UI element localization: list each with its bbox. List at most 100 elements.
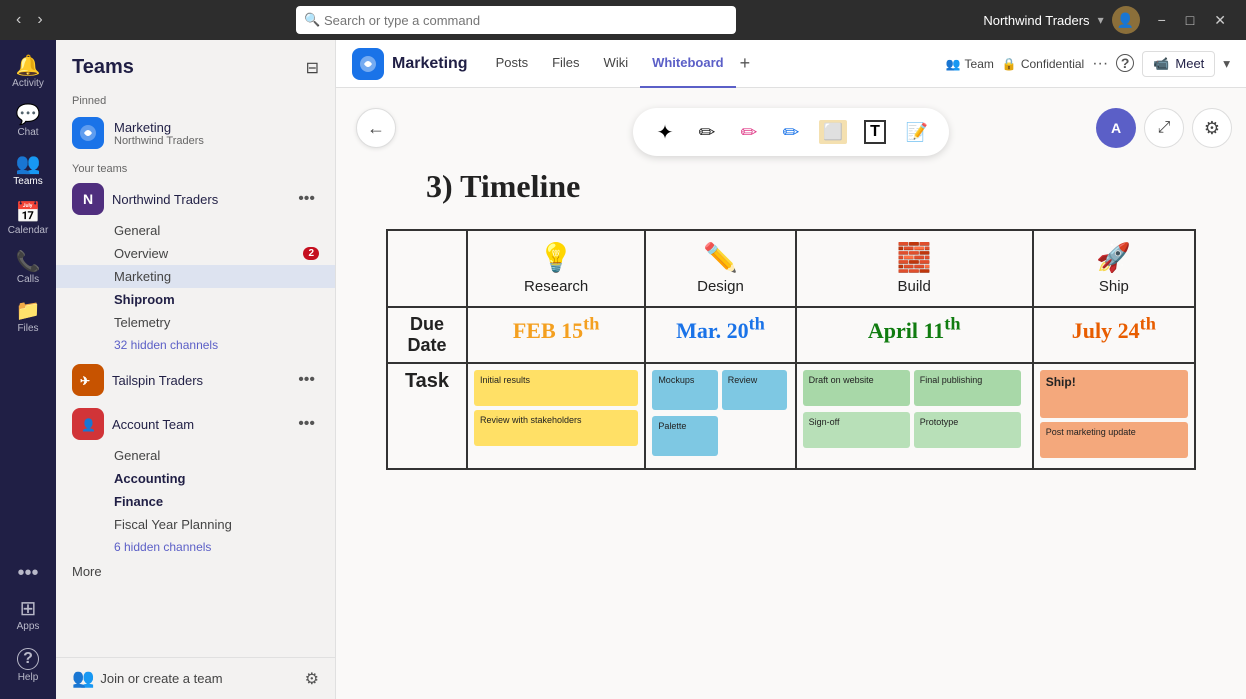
sticky-note: Review: [722, 370, 787, 410]
header-more-button[interactable]: ···: [1092, 55, 1108, 73]
nav-label-teams: Teams: [13, 176, 42, 187]
channel-name-header: Marketing: [392, 55, 468, 73]
search-input[interactable]: [296, 6, 736, 34]
channel-general-nw[interactable]: General: [56, 219, 335, 242]
due-date-ship: July 24th: [1033, 307, 1195, 363]
nav-item-calls[interactable]: 📞 Calls: [0, 244, 56, 293]
sticky-note: Ship!: [1040, 370, 1188, 418]
pinned-team-name: Marketing: [114, 120, 204, 135]
search-wrapper: 🔍: [296, 6, 736, 34]
pinned-marketing[interactable]: Marketing Northwind Traders: [56, 111, 335, 155]
channel-label-fiscal: Fiscal Year Planning: [114, 517, 232, 532]
header-help-button[interactable]: ?: [1116, 54, 1134, 73]
add-tab-button[interactable]: +: [736, 49, 755, 78]
lock-icon: 🔒: [1002, 57, 1017, 71]
pinned-team-sub: Northwind Traders: [114, 135, 204, 147]
channel-accounting[interactable]: Accounting: [56, 467, 335, 490]
nav-label-apps: Apps: [17, 621, 40, 632]
channel-finance[interactable]: Finance: [56, 490, 335, 513]
title-bar-controls: − □ ✕: [1148, 9, 1236, 31]
more-item[interactable]: More: [56, 558, 335, 585]
team-more-account[interactable]: •••: [294, 413, 319, 435]
channel-overview-nw[interactable]: Overview 2: [56, 242, 335, 265]
channel-label-finance: Finance: [114, 494, 163, 509]
meet-dropdown-button[interactable]: ▾: [1223, 56, 1230, 72]
team-name-account: Account Team: [112, 417, 286, 432]
sidebar-settings-button[interactable]: ⚙: [305, 669, 319, 689]
nav-label-activity: Activity: [12, 78, 44, 89]
help-circle-icon: ?: [1116, 54, 1134, 72]
nav-item-teams[interactable]: 👥 Teams: [0, 146, 56, 195]
team-label-item[interactable]: 👥 Team: [946, 57, 994, 71]
team-more-northwind[interactable]: •••: [294, 188, 319, 210]
sticky-note: Draft on website: [803, 370, 910, 406]
tab-files[interactable]: Files: [540, 40, 591, 88]
ship-icon: 🚀: [1040, 241, 1188, 274]
confidential-item[interactable]: 🔒 Confidential: [1002, 57, 1084, 71]
title-bar-nav: ‹ ›: [10, 9, 49, 31]
video-icon: 📹: [1153, 56, 1169, 72]
hidden-channels-at[interactable]: 6 hidden channels: [56, 536, 335, 558]
close-button[interactable]: ✕: [1204, 9, 1236, 31]
app-body: 🔔 Activity 💬 Chat 👥 Teams 📅 Calendar 📞 C…: [0, 40, 1246, 699]
nav-item-more[interactable]: •••: [0, 555, 56, 591]
nav-item-help[interactable]: ? Help: [0, 640, 56, 691]
channel-fiscal[interactable]: Fiscal Year Planning: [56, 513, 335, 536]
nav-label-help: Help: [18, 672, 39, 683]
meet-button[interactable]: 📹 Meet: [1142, 51, 1215, 77]
team-northwind[interactable]: N Northwind Traders •••: [56, 179, 335, 219]
team-icon-tailspin: ✈: [72, 364, 104, 396]
due-date-research: FEB 15th: [467, 307, 645, 363]
calls-icon: 📞: [16, 252, 41, 272]
due-mar: Mar. 20th: [676, 318, 765, 343]
col-label-research: Research: [524, 278, 588, 295]
nav-item-activity[interactable]: 🔔 Activity: [0, 48, 56, 97]
search-icon: 🔍: [304, 12, 320, 28]
hidden-channels-nw[interactable]: 32 hidden channels: [56, 334, 335, 356]
back-nav-button[interactable]: ‹: [10, 9, 27, 31]
maximize-button[interactable]: □: [1176, 9, 1204, 31]
tab-posts[interactable]: Posts: [484, 40, 541, 88]
user-dropdown-icon[interactable]: ▾: [1098, 13, 1104, 27]
calendar-icon: 📅: [16, 203, 41, 223]
team-tailspin[interactable]: ✈ Tailspin Traders •••: [56, 360, 335, 400]
tab-wiki[interactable]: Wiki: [592, 40, 641, 88]
due-feb: FEB 15th: [513, 318, 600, 343]
team-label-text: Team: [965, 57, 994, 71]
team-account[interactable]: 👤 Account Team •••: [56, 404, 335, 444]
tab-label-files: Files: [552, 55, 579, 70]
avatar[interactable]: 👤: [1112, 6, 1140, 34]
task-label: Task: [387, 363, 467, 469]
build-icon: 🧱: [803, 241, 1026, 274]
join-create-button[interactable]: 👥 Join or create a team: [72, 668, 223, 689]
sidebar-footer: 👥 Join or create a team ⚙: [56, 657, 335, 699]
nav-item-files[interactable]: 📁 Files: [0, 293, 56, 342]
nav-item-chat[interactable]: 💬 Chat: [0, 97, 56, 146]
channel-shiproom-nw[interactable]: Shiproom: [56, 288, 335, 311]
nav-label-calendar: Calendar: [8, 225, 49, 236]
due-date-build: April 11th: [796, 307, 1033, 363]
tab-list: Posts Files Wiki Whiteboard +: [484, 40, 938, 88]
team-more-tailspin[interactable]: •••: [294, 369, 319, 391]
nav-item-apps[interactable]: ⊞ Apps: [0, 591, 56, 640]
forward-nav-button[interactable]: ›: [31, 9, 48, 31]
design-icon: ✏️: [652, 241, 788, 274]
nav-item-calendar[interactable]: 📅 Calendar: [0, 195, 56, 244]
nav-label-files: Files: [17, 323, 38, 334]
activity-icon: 🔔: [16, 56, 41, 76]
channel-marketing-nw[interactable]: Marketing: [56, 265, 335, 288]
your-teams-label: Your teams: [56, 155, 335, 179]
minimize-button[interactable]: −: [1148, 9, 1176, 31]
user-name: Northwind Traders: [983, 13, 1089, 28]
sidebar: Teams ⊟ Pinned Marketing Northwind Trade…: [56, 40, 336, 699]
channel-telemetry-nw[interactable]: Telemetry: [56, 311, 335, 334]
tab-whiteboard[interactable]: Whiteboard: [640, 40, 736, 88]
whiteboard-title: 3) Timeline: [426, 168, 1216, 205]
filter-button[interactable]: ⊟: [306, 58, 319, 78]
svg-text:✈: ✈: [80, 374, 90, 388]
channel-label-telemetry: Telemetry: [114, 315, 170, 330]
whiteboard-area: ← ✦ ✏ ✏ ✏ ⬜ T: [336, 88, 1246, 699]
col-label-build: Build: [898, 278, 931, 295]
join-icon: 👥: [72, 668, 94, 689]
channel-general-at[interactable]: General: [56, 444, 335, 467]
